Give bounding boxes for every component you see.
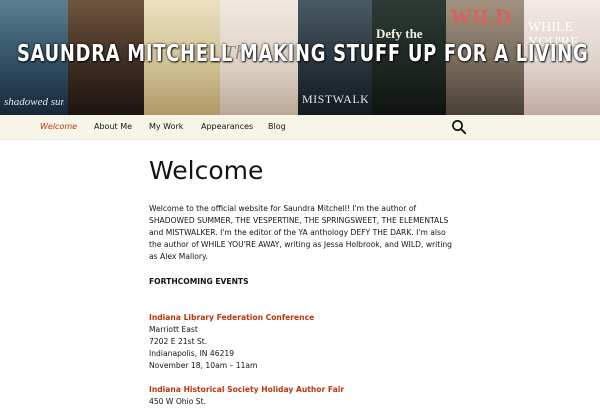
event-item: Indiana Library Federation Conference Ma… (149, 312, 454, 372)
nav-item-welcome[interactable]: Welcome (40, 115, 77, 139)
nav-item-appearances[interactable]: Appearances (201, 115, 253, 139)
site-title[interactable]: SAUNDRA MITCHELL MAKING STUFF UP FOR A L… (17, 41, 588, 67)
event-street: 450 W Ohio St. (149, 397, 207, 406)
nav-item-about-me[interactable]: About Me (94, 115, 132, 139)
event-venue: Marriott East (149, 325, 198, 334)
event-city: Indianapolis, IN 46219 (149, 349, 235, 358)
main-navigation: Welcome About Me My Work Appearances Blo… (0, 115, 600, 140)
nav-item-my-work[interactable]: My Work (149, 115, 183, 139)
intro-paragraph: Welcome to the official website for Saun… (149, 204, 452, 261)
search-icon-svg (452, 120, 467, 135)
event-time: November 18, 10am – 11am (149, 361, 258, 370)
forthcoming-events-heading: FORTHCOMING EVENTS (149, 277, 249, 286)
site-header[interactable]: shadowed summer The MISTWALKER Defy the … (0, 0, 600, 115)
event-link[interactable]: Indiana Historical Society Holiday Autho… (149, 384, 454, 396)
search-icon[interactable] (451, 119, 467, 135)
cover-title: WILD (450, 4, 512, 29)
page-title: Welcome (149, 156, 264, 185)
cover-title: Defy the (376, 26, 423, 41)
event-street: 7202 E 21st St. (149, 337, 208, 346)
cover-title: shadowed summer (4, 96, 64, 108)
event-link[interactable]: Indiana Library Federation Conference (149, 312, 454, 324)
cover-title: MISTWALKER (302, 92, 368, 106)
nav-item-blog[interactable]: Blog (268, 115, 286, 139)
event-item: Indiana Historical Society Holiday Autho… (149, 384, 454, 408)
